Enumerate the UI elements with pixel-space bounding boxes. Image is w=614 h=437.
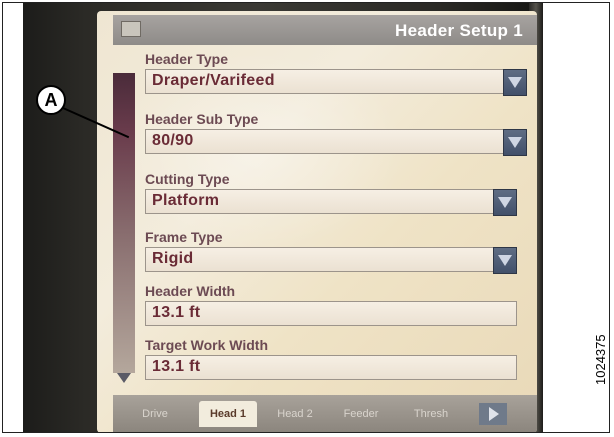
header-sub-type-label: Header Sub Type — [145, 111, 259, 127]
target-work-width-value: 13.1 ft — [152, 358, 201, 375]
header-sub-type-select[interactable]: 80/90 — [145, 129, 527, 156]
chevron-down-icon[interactable] — [493, 189, 517, 216]
tab-feeder[interactable]: Feeder — [333, 401, 389, 427]
cutting-type-label: Cutting Type — [145, 171, 230, 187]
display-photo: Header Setup 1 Header Type Draper/Varife… — [23, 3, 543, 432]
header-width-value: 13.1 ft — [152, 304, 201, 321]
header-setup-icon — [121, 21, 141, 37]
tab-head-2[interactable]: Head 2 — [267, 401, 323, 427]
scroll-strip[interactable] — [113, 73, 135, 373]
chevron-down-icon[interactable] — [503, 69, 527, 96]
cutting-type-value: Platform — [152, 192, 220, 209]
scroll-down-icon[interactable] — [117, 373, 131, 383]
header-width-input[interactable]: 13.1 ft — [145, 301, 517, 326]
display-screen: Header Setup 1 Header Type Draper/Varife… — [97, 11, 537, 432]
cutting-type-select[interactable]: Platform — [145, 189, 517, 216]
target-work-width-label: Target Work Width — [145, 337, 269, 353]
tab-bar: Drive Head 1 Head 2 Feeder Thresh — [113, 395, 537, 432]
frame-type-value: Rigid — [152, 250, 194, 267]
figure-id: 1024375 — [593, 334, 608, 385]
header-width-field: Header Width 13.1 ft — [145, 281, 529, 326]
header-type-select[interactable]: Draper/Varifeed — [145, 69, 527, 96]
tab-drive[interactable]: Drive — [129, 401, 181, 427]
frame-type-select[interactable]: Rigid — [145, 247, 517, 274]
chevron-down-icon[interactable] — [493, 247, 517, 274]
header-width-label: Header Width — [145, 283, 236, 299]
header-type-field: Header Type Draper/Varifeed — [145, 49, 529, 96]
target-work-width-input[interactable]: 13.1 ft — [145, 355, 517, 380]
next-arrow-icon[interactable] — [479, 403, 507, 425]
tab-head-1[interactable]: Head 1 — [199, 401, 257, 427]
header-type-label: Header Type — [145, 51, 228, 67]
tab-thresh[interactable]: Thresh — [401, 401, 461, 427]
chevron-down-icon[interactable] — [503, 129, 527, 156]
frame-type-field: Frame Type Rigid — [145, 227, 529, 274]
header-type-value: Draper/Varifeed — [152, 72, 275, 89]
cutting-type-field: Cutting Type Platform — [145, 169, 529, 216]
header-sub-type-value: 80/90 — [152, 132, 194, 149]
title-bar: Header Setup 1 — [113, 15, 537, 45]
figure-frame: Header Setup 1 Header Type Draper/Varife… — [2, 2, 610, 433]
page-title: Header Setup 1 — [395, 21, 523, 40]
callout-a: A — [36, 85, 66, 115]
frame-type-label: Frame Type — [145, 229, 223, 245]
target-work-width-field: Target Work Width 13.1 ft — [145, 335, 529, 380]
header-sub-type-field: Header Sub Type 80/90 — [145, 109, 529, 156]
